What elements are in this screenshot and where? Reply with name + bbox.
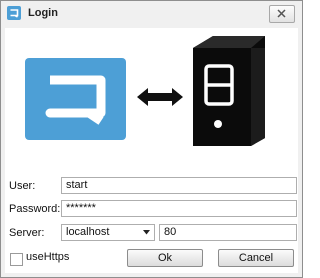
- password-input[interactable]: *******: [61, 200, 297, 217]
- login-dialog: Login User: start Password: ******* Serv…: [0, 0, 303, 278]
- server-select[interactable]: localhost: [61, 224, 155, 241]
- server-icon: [193, 36, 265, 146]
- dialog-content: User: start Password: ******* Server: lo…: [5, 28, 298, 273]
- ok-button[interactable]: Ok: [127, 249, 203, 267]
- double-arrow-icon: [137, 88, 183, 106]
- app-logo-icon: [25, 58, 126, 140]
- port-input[interactable]: 80: [159, 224, 297, 241]
- app-logo-icon: [7, 6, 21, 20]
- user-label: User:: [9, 180, 36, 192]
- title-bar: Login: [1, 1, 302, 27]
- use-https-label: useHttps: [26, 251, 70, 263]
- use-https-checkbox[interactable]: [10, 253, 23, 266]
- cancel-button[interactable]: Cancel: [218, 249, 294, 267]
- server-label: Server:: [9, 227, 45, 239]
- close-icon: [277, 9, 286, 18]
- close-button[interactable]: [269, 5, 295, 23]
- chevron-down-icon: [143, 230, 150, 235]
- server-select-value: localhost: [66, 226, 110, 238]
- password-label: Password:: [9, 203, 61, 215]
- user-input[interactable]: start: [61, 177, 297, 194]
- window-title: Login: [28, 7, 58, 19]
